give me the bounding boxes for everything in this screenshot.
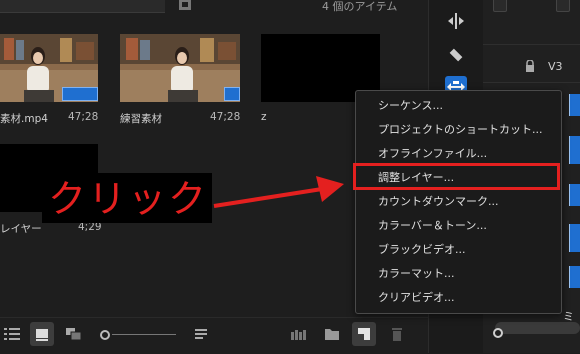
project-toolbar: [0, 317, 428, 354]
clip-name: レイヤー: [0, 223, 42, 235]
video-audio-badge: [62, 87, 98, 101]
timeline-scrollbar[interactable]: [495, 322, 580, 334]
item-count: 4 個のアイテム: [322, 0, 398, 13]
track-divider: [483, 82, 580, 83]
search-field[interactable]: [0, 0, 165, 13]
zoom-slider[interactable]: [100, 329, 176, 341]
annotation-text: クリック: [48, 177, 209, 221]
menu-item-project-shortcut[interactable]: プロジェクトのショートカット...: [378, 119, 543, 141]
menu-item-color-matte[interactable]: カラーマット...: [378, 263, 455, 285]
lock-icon[interactable]: [525, 60, 535, 72]
ripple-edit-tool-icon[interactable]: [445, 10, 467, 32]
trash-icon[interactable]: [385, 322, 409, 346]
zoom-slider-handle[interactable]: [100, 330, 110, 340]
freeform-view-icon[interactable]: [62, 322, 86, 346]
timeline-button[interactable]: [493, 0, 507, 12]
menu-item-offline-file[interactable]: オフラインファイル...: [378, 143, 487, 165]
razor-tool-icon[interactable]: [445, 44, 467, 66]
timeline-button[interactable]: [556, 0, 570, 12]
new-item-icon[interactable]: [352, 322, 376, 346]
folder-icon[interactable]: [179, 0, 191, 10]
sequence-badge: [224, 87, 240, 101]
sort-icon[interactable]: [190, 322, 214, 346]
menu-item-transparent-video[interactable]: クリアビデオ...: [378, 287, 455, 309]
track-clip[interactable]: [569, 136, 580, 164]
new-bin-icon[interactable]: [320, 322, 344, 346]
menu-item-sequence[interactable]: シーケンス...: [378, 95, 443, 117]
automate-to-sequence-icon[interactable]: [287, 322, 311, 346]
clip-duration: 47;28: [210, 111, 241, 123]
track-clip[interactable]: [569, 266, 580, 288]
track-divider: [483, 44, 580, 45]
arrow-icon: [213, 176, 344, 208]
track-clip[interactable]: [569, 224, 580, 252]
clip-duration: 47;28: [68, 111, 99, 123]
menu-item-black-video[interactable]: ブラックビデオ...: [378, 239, 466, 261]
track-clip[interactable]: [569, 94, 580, 116]
clip-thumbnail[interactable]: [120, 34, 240, 102]
track-clip[interactable]: [569, 184, 580, 206]
clip-name: 素材.mp4: [0, 113, 48, 125]
track-label: V3: [548, 60, 563, 73]
timeline-scroll-handle[interactable]: [493, 328, 503, 338]
zoom-slider-track: [112, 334, 176, 335]
list-view-icon[interactable]: [0, 322, 24, 346]
clip-name: 練習素材: [120, 113, 162, 125]
menu-item-countdown[interactable]: カウントダウンマーク...: [378, 191, 499, 213]
new-item-menu: シーケンス... プロジェクトのショートカット... オフラインファイル... …: [355, 90, 562, 314]
icon-view-icon[interactable]: [30, 322, 54, 346]
menu-item-bars-and-tone[interactable]: カラーバー＆トーン...: [378, 215, 487, 237]
annotation-highlight-box: [353, 163, 560, 190]
clip-name: z: [261, 111, 267, 123]
